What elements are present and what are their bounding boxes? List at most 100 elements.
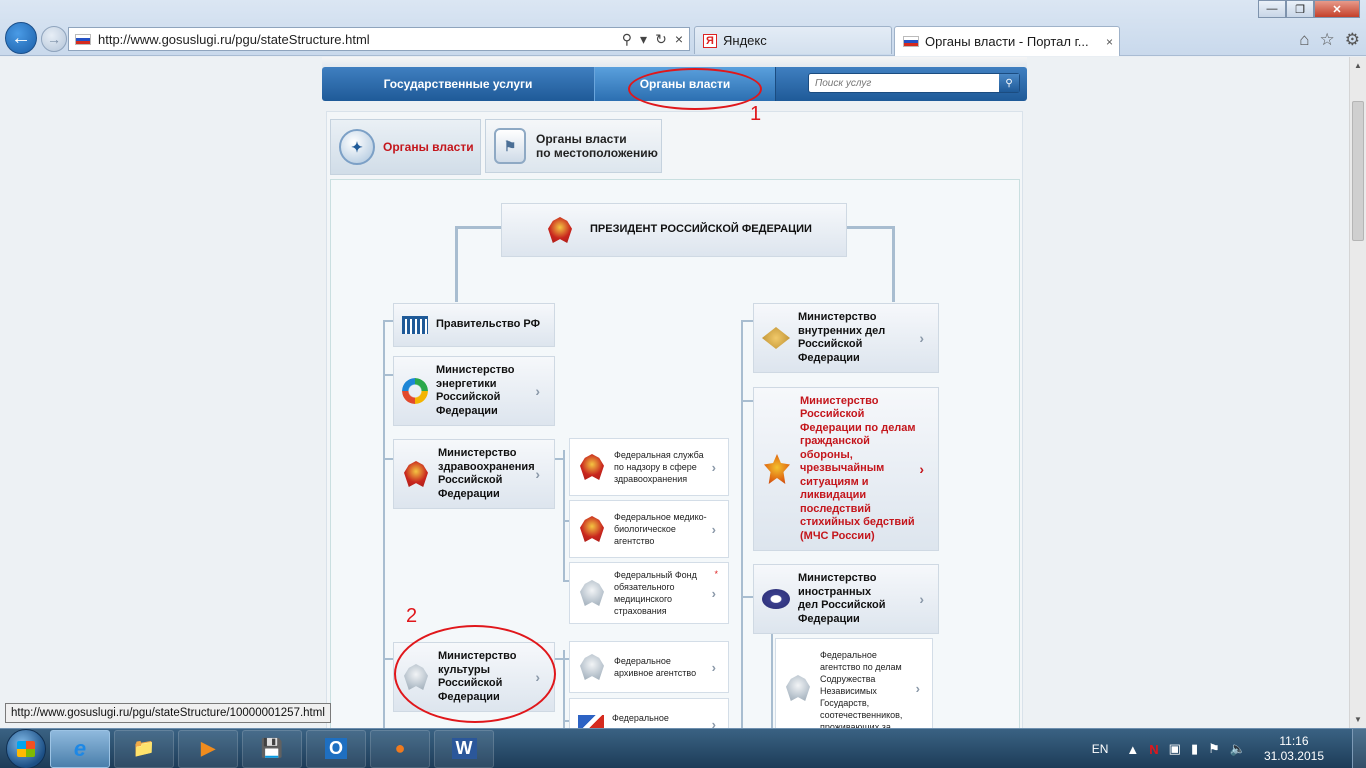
status-link-url: http://www.gosuslugi.ru/pgu/stateStructu…: [5, 703, 331, 723]
forward-button[interactable]: →: [41, 26, 67, 52]
card-ministry-health[interactable]: Министерство здравоохранения Российской …: [393, 439, 555, 509]
card-ministry-emergency[interactable]: Министерство Российской Федерации по дел…: [753, 387, 939, 551]
tab-label: Органы власти - Портал г...: [925, 34, 1089, 49]
scroll-down-icon[interactable]: ▼: [1354, 715, 1362, 724]
scroll-thumb[interactable]: [1352, 101, 1364, 241]
taskbar-ie[interactable]: e: [50, 729, 110, 768]
scroll-up-icon[interactable]: ▲: [1354, 61, 1362, 70]
coat-of-arms-grey-icon: [578, 652, 606, 682]
connector-line: [771, 630, 773, 728]
search-icon[interactable]: ⚲: [622, 31, 632, 48]
coat-of-arms-grey-icon: [578, 578, 606, 608]
connector-line: [383, 320, 393, 322]
taskbar-word[interactable]: W: [434, 729, 494, 768]
clock-time: 11:16: [1279, 734, 1309, 748]
card-title: Министерство иностранных дел Российской …: [798, 572, 886, 625]
connector-line: [846, 226, 894, 229]
connector-line: [741, 400, 753, 402]
card-title: Министерство энергетики Российской Федер…: [436, 364, 515, 417]
start-button[interactable]: [6, 728, 46, 768]
card-fmba[interactable]: Федеральное медико-биологическое агентст…: [569, 500, 729, 558]
restore-button[interactable]: ❐: [1286, 0, 1314, 18]
card-ministry-foreign-affairs[interactable]: Министерство иностранных дел Российской …: [753, 564, 939, 634]
sub-card-title: Федеральное агентство по туризму: [612, 713, 701, 728]
card-fs-health-supervision[interactable]: Федеральная служба по надзору в сфере зд…: [569, 438, 729, 496]
clock[interactable]: 11:16 31.03.2015: [1264, 734, 1324, 764]
card-president[interactable]: ПРЕЗИДЕНТ РОССИЙСКОЙ ФЕДЕРАЦИИ: [501, 203, 847, 257]
taskbar-foxit[interactable]: ●: [370, 729, 430, 768]
tab-location-line2: по местоположению: [536, 146, 658, 160]
language-indicator[interactable]: EN: [1092, 742, 1109, 756]
tab-organs-by-location[interactable]: ⚑ Органы власти по местоположению: [485, 119, 662, 173]
refresh-icon[interactable]: ↻: [655, 31, 667, 48]
tab-organs-portal[interactable]: Органы власти - Портал г... ×: [894, 26, 1120, 56]
chevron-right-icon: ›: [711, 585, 716, 601]
card-tourism-agency[interactable]: Федеральное агентство по туризму ›: [569, 698, 729, 728]
taskbar-explorer[interactable]: 📁: [114, 729, 174, 768]
taskbar-media-player[interactable]: ▶: [178, 729, 238, 768]
back-button[interactable]: ←: [5, 22, 37, 54]
coat-of-arms-icon: [578, 452, 606, 482]
organs-tree: ПРЕЗИДЕНТ РОССИЙСКОЙ ФЕДЕРАЦИИ Правитель…: [330, 179, 1020, 728]
tab-organs[interactable]: ✦ Органы власти: [330, 119, 481, 175]
mid-emblem-icon: [762, 589, 790, 609]
battery-icon[interactable]: ▮: [1191, 741, 1198, 757]
search-button[interactable]: ⚲: [999, 74, 1019, 92]
card-title: Правительство РФ: [436, 318, 541, 331]
action-center-flag-icon[interactable]: ⚑: [1208, 741, 1220, 757]
connector-line: [555, 658, 569, 660]
taskbar-outlook[interactable]: O: [306, 729, 366, 768]
connector-line: [383, 320, 385, 728]
minimize-button[interactable]: —: [1258, 0, 1286, 18]
president-title: ПРЕЗИДЕНТ РОССИЙСКОЙ ФЕДЕРАЦИИ: [590, 223, 812, 236]
chevron-right-icon: ›: [915, 680, 920, 696]
connector-line: [383, 658, 393, 660]
tab-label: Яндекс: [723, 33, 767, 48]
settings-gear-icon[interactable]: ⚙: [1345, 30, 1360, 50]
coat-of-arms-icon: [402, 459, 430, 489]
card-ministry-culture[interactable]: Министерство культуры Российской Федерац…: [393, 642, 555, 712]
volume-icon[interactable]: 🔈: [1230, 741, 1246, 757]
tab-location-label: Органы власти по местоположению: [536, 132, 658, 160]
coat-of-arms-icon: ✦: [339, 129, 375, 165]
tab-yandex[interactable]: Я Яндекс: [694, 26, 892, 54]
address-url[interactable]: http://www.gosuslugi.ru/pgu/stateStructu…: [98, 32, 622, 47]
taskbar-save[interactable]: 💾: [242, 729, 302, 768]
close-icon[interactable]: ×: [675, 31, 683, 48]
connector-line: [563, 450, 565, 582]
close-window-button[interactable]: ✕: [1314, 0, 1360, 18]
address-bar[interactable]: http://www.gosuslugi.ru/pgu/stateStructu…: [68, 27, 690, 51]
file-explorer-icon: 📁: [132, 738, 156, 758]
chevron-right-icon: ›: [919, 591, 924, 607]
dropdown-icon[interactable]: ▾: [640, 31, 647, 48]
chevron-right-icon: ›: [919, 461, 924, 477]
card-ministry-interior[interactable]: Министерство внутренних дел Российской Ф…: [753, 303, 939, 373]
nav-item-services[interactable]: Государственные услуги: [322, 67, 594, 101]
show-desktop-button[interactable]: [1352, 729, 1366, 768]
card-ministry-energy[interactable]: Министерство энергетики Российской Федер…: [393, 356, 555, 426]
card-title: Министерство здравоохранения Российской …: [438, 447, 535, 500]
favorites-star-icon[interactable]: ☆: [1320, 30, 1335, 50]
coat-of-arms-icon: [578, 514, 606, 544]
vertical-scrollbar[interactable]: ▲ ▼: [1349, 57, 1366, 728]
antivirus-icon[interactable]: N: [1149, 742, 1158, 757]
card-archive-agency[interactable]: Федеральное архивное агентство ›: [569, 641, 729, 693]
card-government[interactable]: Правительство РФ: [393, 303, 555, 347]
search-input[interactable]: [809, 77, 999, 89]
tab-close-icon[interactable]: ×: [1106, 35, 1113, 49]
card-cis-agency[interactable]: Федеральное агентство по делам Содружест…: [775, 638, 933, 728]
coat-of-arms-grey-icon: [402, 662, 430, 692]
sub-card-title: Федеральное медико-биологическое агентст…: [614, 512, 707, 546]
chevron-right-icon: ›: [535, 383, 540, 399]
search-box: ⚲: [808, 73, 1020, 93]
network-icon[interactable]: ▣: [1169, 741, 1181, 757]
card-ffoms[interactable]: Федеральный Фонд обязательного медицинск…: [569, 562, 729, 624]
show-hidden-icons-icon[interactable]: ▲: [1126, 742, 1139, 757]
chevron-right-icon: ›: [711, 659, 716, 675]
nav-item-organs[interactable]: Органы власти: [594, 67, 776, 101]
home-icon[interactable]: ⌂: [1299, 30, 1309, 50]
tab-location-line1: Органы власти: [536, 132, 627, 146]
connector-line: [741, 596, 753, 598]
browser-chrome: ← → http://www.gosuslugi.ru/pgu/stateStr…: [0, 0, 1366, 56]
mvd-emblem-icon: [762, 327, 790, 349]
